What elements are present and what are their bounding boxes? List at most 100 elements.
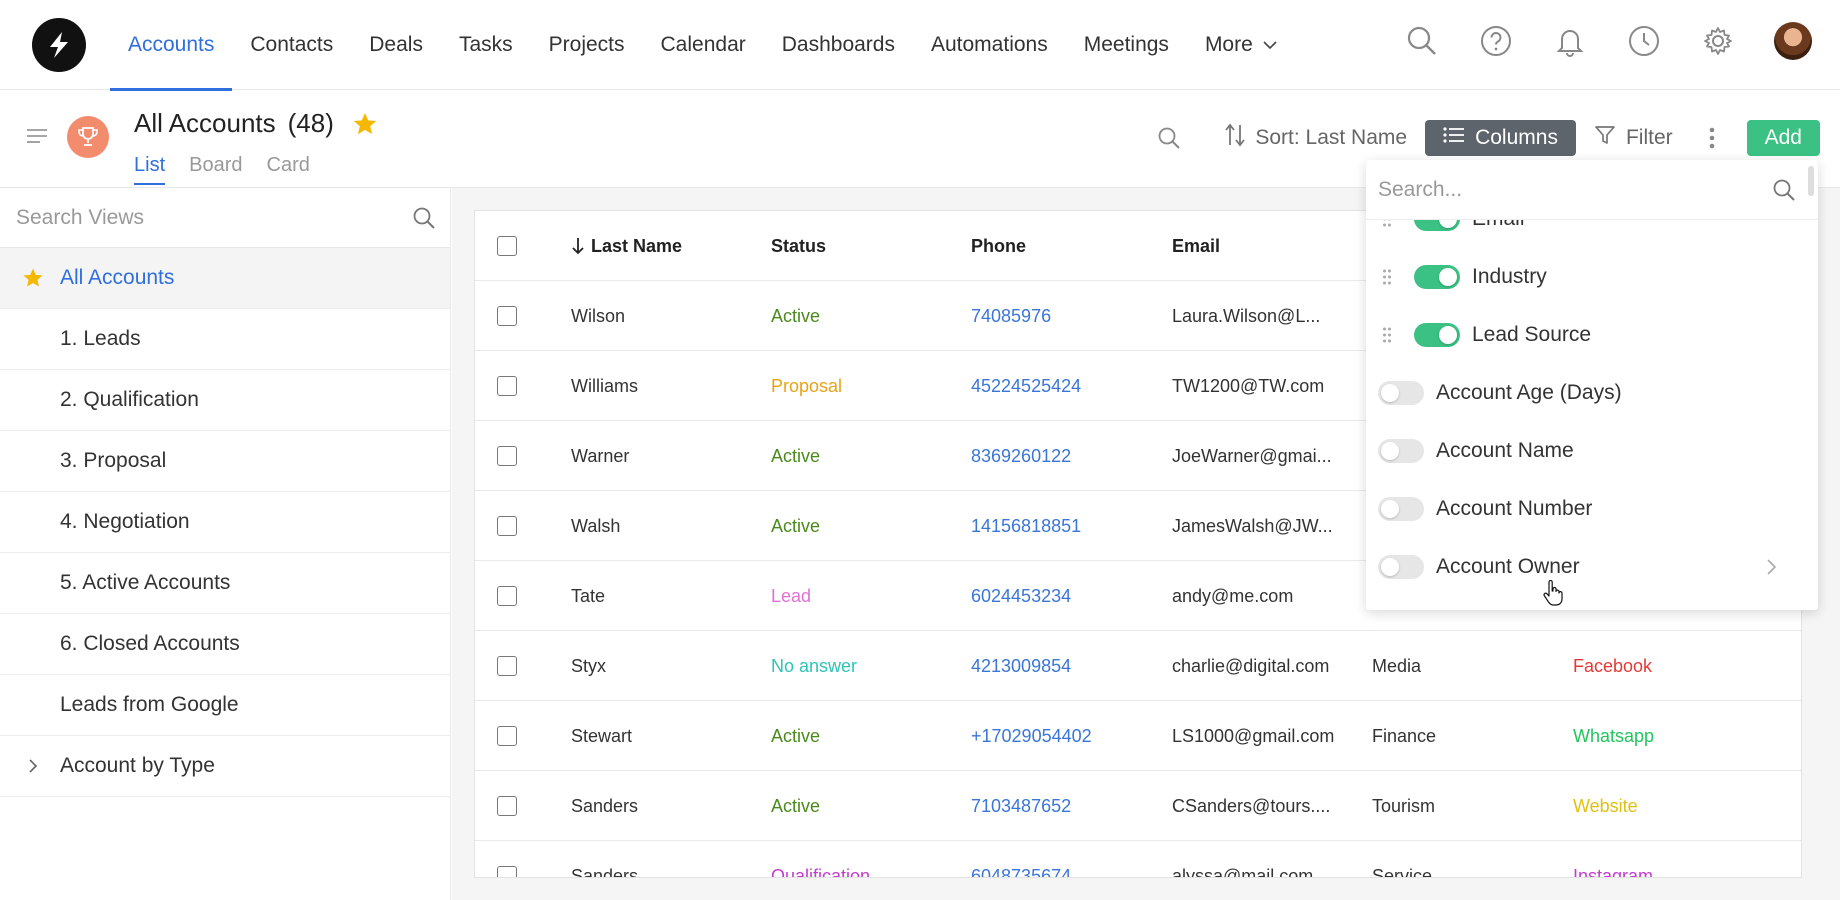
drag-handle-icon[interactable] [1382, 326, 1392, 344]
sidebar-item-closed-accounts[interactable]: 6. Closed Accounts [0, 614, 450, 675]
chevron-right-icon[interactable] [22, 755, 44, 777]
sort-button[interactable]: Sort: Last Name [1225, 123, 1407, 153]
chevron-right-icon[interactable] [1764, 557, 1778, 577]
cell-phone-link[interactable]: 4213009854 [971, 631, 1151, 701]
sidebar-item-leads-from-google[interactable]: Leads from Google [0, 675, 450, 736]
sidebar-item-negotiation[interactable]: 4. Negotiation [0, 492, 450, 553]
cell-last-name: Warner [571, 445, 630, 466]
row-checkbox[interactable] [497, 726, 517, 746]
nav-automations[interactable]: Automations [913, 0, 1066, 90]
cell-phone-link[interactable]: +17029054402 [971, 701, 1151, 771]
nav-meetings[interactable]: Meetings [1066, 0, 1187, 90]
column-option-label: Account Number [1436, 497, 1593, 520]
columns-list[interactable]: Email Industry Lead Source Account Age (Day… [1366, 220, 1806, 610]
sidebar-item-leads[interactable]: 1. Leads [0, 309, 450, 370]
cell-last-name: Styx [571, 655, 607, 676]
columns-button[interactable]: Columns [1425, 120, 1576, 156]
cell-phone-link[interactable]: 6024453234 [971, 561, 1151, 631]
column-option[interactable]: Account Name [1366, 422, 1806, 480]
search-icon[interactable] [1772, 178, 1796, 207]
column-header-status[interactable]: Status [771, 211, 951, 281]
sidebar-item-account-by-type[interactable]: Account by Type [0, 736, 450, 797]
cell-phone-link[interactable]: 14156818851 [971, 491, 1151, 561]
avatar[interactable] [1774, 22, 1812, 60]
tab-list[interactable]: List [134, 154, 166, 185]
table-row[interactable]: Styx No answer 4213009854 charlie@digital.c… [475, 631, 1801, 701]
column-header-last-name[interactable]: Last Name [571, 211, 751, 281]
bell-icon[interactable] [1552, 23, 1588, 59]
row-checkbox[interactable] [497, 516, 517, 536]
help-icon[interactable] [1478, 23, 1514, 59]
column-option[interactable]: Account Age (Days) [1366, 364, 1806, 422]
gear-icon[interactable] [1700, 23, 1736, 59]
nav-more[interactable]: More [1187, 0, 1295, 90]
nav-tasks[interactable]: Tasks [441, 0, 531, 90]
column-toggle[interactable] [1414, 265, 1460, 289]
clock-icon[interactable] [1626, 23, 1662, 59]
sidebar-item-active-accounts[interactable]: 5. Active Accounts [0, 553, 450, 614]
cell-phone-link[interactable]: 8369260122 [971, 421, 1151, 491]
search-icon[interactable] [1404, 23, 1440, 59]
table-row[interactable]: Sanders Active 7103487652 CSanders@tours...… [475, 771, 1801, 841]
nav-contacts[interactable]: Contacts [232, 0, 351, 90]
row-checkbox[interactable] [497, 586, 517, 606]
column-header-phone[interactable]: Phone [971, 211, 1151, 281]
cell-phone-link[interactable]: 45224525424 [971, 351, 1151, 421]
add-button[interactable]: Add [1746, 120, 1820, 156]
cell-phone-link[interactable]: 6048735674 [971, 841, 1151, 878]
more-options-icon[interactable] [1709, 127, 1715, 149]
nav-calendar[interactable]: Calendar [643, 0, 764, 90]
table-row[interactable]: Sanders Qualification 6048735674 alyssa@mai… [475, 841, 1801, 878]
sidebar-item-proposal[interactable]: 3. Proposal [0, 431, 450, 492]
favorite-star-icon[interactable] [352, 111, 378, 137]
column-toggle[interactable] [1378, 381, 1424, 405]
cell-phone-link[interactable]: 74085976 [971, 281, 1151, 351]
drag-handle-icon[interactable] [1382, 220, 1392, 228]
nav-dashboards[interactable]: Dashboards [764, 0, 913, 90]
column-toggle[interactable] [1378, 497, 1424, 521]
cell-phone-link[interactable]: 7103487652 [971, 771, 1151, 841]
column-toggle[interactable] [1378, 439, 1424, 463]
dropdown-scrollbar[interactable] [1808, 166, 1814, 196]
row-checkbox[interactable] [497, 796, 517, 816]
table-row[interactable]: Stewart Active +17029054402 LS1000@gmail.co… [475, 701, 1801, 771]
column-option-label: Account Age (Days) [1436, 381, 1622, 404]
select-all-checkbox[interactable] [497, 236, 517, 256]
row-checkbox[interactable] [497, 306, 517, 326]
filter-button[interactable]: Filter [1594, 124, 1673, 152]
column-option[interactable]: Account Number [1366, 480, 1806, 538]
tab-board[interactable]: Board [189, 154, 242, 185]
cell-status: Qualification [771, 865, 871, 878]
column-option[interactable]: Industry [1366, 248, 1806, 306]
sidebar-item-qualification[interactable]: 2. Qualification [0, 370, 450, 431]
menu-icon[interactable] [26, 128, 48, 149]
columns-dropdown: Email Industry Lead Source Account Age (Day… [1366, 160, 1818, 610]
column-toggle[interactable] [1414, 323, 1460, 347]
nav-accounts[interactable]: Accounts [110, 0, 233, 91]
nav-deals[interactable]: Deals [351, 0, 441, 90]
hand-pointer-icon [1543, 579, 1563, 611]
tab-card[interactable]: Card [267, 154, 310, 185]
column-toggle[interactable] [1378, 555, 1424, 579]
column-option[interactable]: Lead Source [1366, 306, 1806, 364]
sidebar-item-all-accounts[interactable]: All Accounts [0, 248, 450, 309]
row-checkbox[interactable] [497, 446, 517, 466]
nav-projects[interactable]: Projects [531, 0, 643, 90]
drag-handle-icon[interactable] [1382, 268, 1392, 286]
column-option[interactable]: Email [1366, 220, 1806, 248]
app-logo[interactable] [32, 18, 86, 72]
cell-email: JoeWarner@gmai... [1172, 445, 1332, 466]
row-checkbox[interactable] [497, 656, 517, 676]
row-checkbox[interactable] [497, 866, 517, 877]
search-views-input[interactable] [16, 202, 396, 234]
search-icon[interactable] [412, 206, 436, 235]
column-header-email[interactable]: Email [1172, 211, 1352, 281]
cell-status: Proposal [771, 375, 843, 396]
table-search-icon[interactable] [1157, 126, 1181, 150]
columns-search-input[interactable] [1378, 174, 1738, 206]
cell-status: Active [771, 795, 821, 816]
column-option-label: Account Name [1436, 439, 1574, 462]
column-toggle[interactable] [1414, 220, 1460, 231]
column-option[interactable]: Account Owner [1366, 538, 1806, 596]
row-checkbox[interactable] [497, 376, 517, 396]
